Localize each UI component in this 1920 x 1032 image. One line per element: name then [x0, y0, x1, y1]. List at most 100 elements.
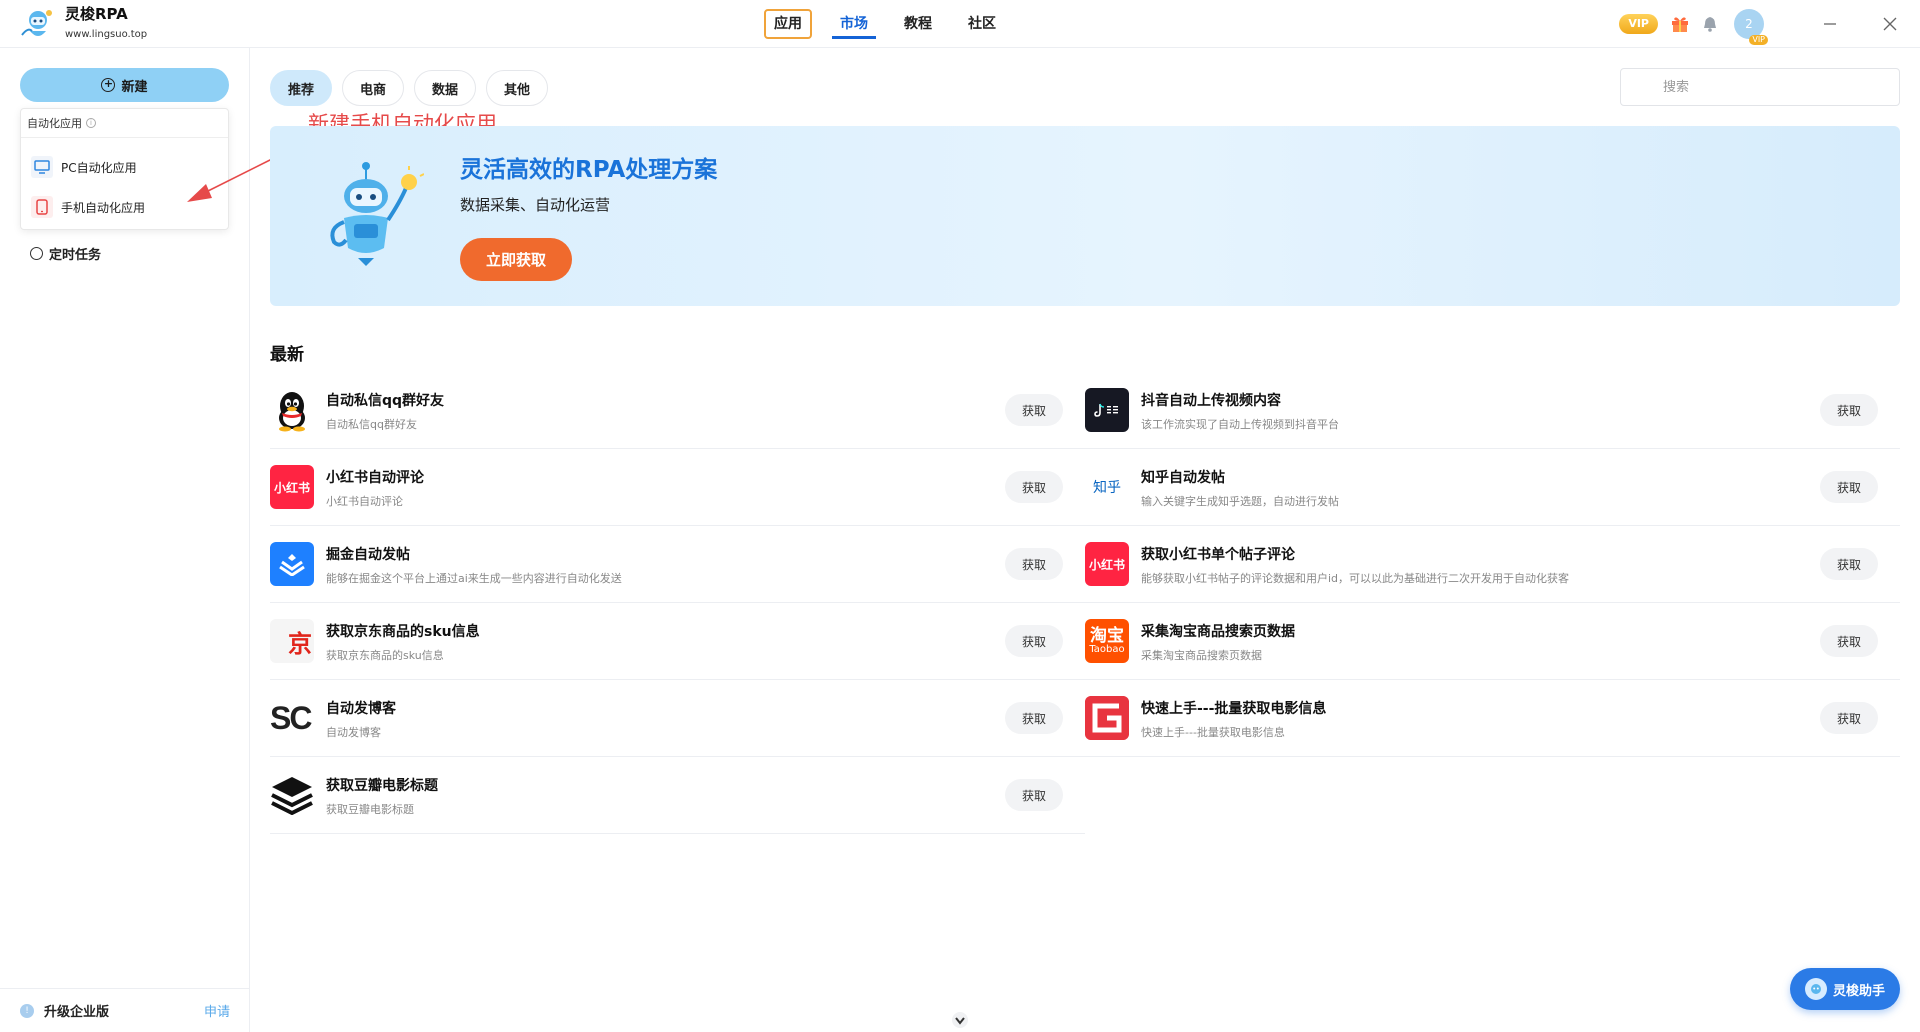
scroll-down-icon[interactable]: [948, 1010, 972, 1030]
top-right-tools: VIP 2 VIP: [1619, 0, 1920, 48]
list-item[interactable]: 小红书 获取小红书单个帖子评论 能够获取小红书帖子的评论数据和用户id，可以以此…: [1085, 526, 1900, 603]
g-logo-icon: [1085, 696, 1129, 740]
banner-title: 灵活高效的RPA处理方案: [460, 157, 718, 183]
app-desc: 能够获取小红书帖子的评论数据和用户id，可以以此为基础进行二次开发用于自动化获客: [1141, 572, 1570, 585]
avatar[interactable]: 2 VIP: [1734, 9, 1768, 45]
app-desc: 自动发博客: [326, 726, 381, 739]
section-title-latest: 最新: [270, 345, 304, 365]
nav-tab-apps[interactable]: 应用: [764, 9, 812, 39]
app-desc: 获取豆瓣电影标题: [326, 803, 414, 816]
vip-badge[interactable]: VIP: [1619, 14, 1658, 34]
close-icon: [1883, 17, 1897, 31]
sidebar-item-scheduled-tasks[interactable]: 定时任务: [30, 244, 101, 263]
minimize-button[interactable]: [1800, 0, 1860, 48]
app-url: www.lingsuo.top: [65, 29, 148, 40]
app-name: 快速上手---批量获取电影信息: [1141, 701, 1327, 717]
app-desc: 输入关键字生成知乎选题，自动进行发帖: [1141, 495, 1339, 508]
robot-mascot-icon: [330, 162, 424, 266]
nav-tab-tutorial[interactable]: 教程: [896, 9, 940, 39]
tab-ecommerce[interactable]: 电商: [342, 70, 405, 106]
juejin-icon: [270, 542, 314, 586]
new-button[interactable]: + 新建: [20, 68, 229, 102]
list-item[interactable]: 淘宝 Taobao 采集淘宝商品搜索页数据 采集淘宝商品搜索页数据 获取: [1085, 603, 1900, 680]
tab-other[interactable]: 其他: [486, 70, 549, 106]
list-item[interactable]: 小红书 小红书自动评论 小红书自动评论 获取: [270, 449, 1085, 526]
banner-subtitle: 数据采集、自动化运营: [460, 196, 611, 214]
get-button[interactable]: 获取: [1005, 548, 1063, 580]
icon-subtext: Taobao: [1089, 643, 1125, 655]
icon-text: 小红书: [1088, 557, 1125, 572]
get-button[interactable]: 获取: [1820, 394, 1878, 426]
list-item[interactable]: SC 自动发博客 自动发博客 获取: [270, 680, 1085, 757]
get-button[interactable]: 获取: [1820, 548, 1878, 580]
get-button[interactable]: 获取: [1005, 779, 1063, 811]
get-button[interactable]: 获取: [1820, 471, 1878, 503]
gift-icon[interactable]: [1668, 12, 1692, 36]
category-tabs: 推荐 电商 数据 其他: [270, 70, 558, 106]
nav-tab-community[interactable]: 社区: [960, 9, 1004, 39]
get-button[interactable]: 获取: [1005, 625, 1063, 657]
list-item[interactable]: 京 获取京东商品的sku信息 获取京东商品的sku信息 获取: [270, 603, 1085, 680]
minimize-icon: [1824, 23, 1836, 25]
csdn-icon: SC: [270, 696, 314, 740]
get-button[interactable]: 获取: [1005, 471, 1063, 503]
get-button[interactable]: 获取: [1820, 702, 1878, 734]
clock-icon: [30, 247, 43, 260]
apply-link[interactable]: 申请: [204, 1001, 230, 1020]
layers-icon: [270, 773, 314, 817]
xiaohongshu-icon: 小红书: [270, 465, 314, 509]
promo-banner: 灵活高效的RPA处理方案 数据采集、自动化运营 立即获取: [270, 126, 1900, 306]
zhihu-icon: 知乎: [1085, 465, 1129, 509]
jd-icon: 京: [270, 619, 314, 663]
list-item[interactable]: 抖音自动上传视频内容 该工作流实现了自动上传视频到抖音平台 获取: [1085, 372, 1900, 449]
list-item[interactable]: 掘金自动发帖 能够在掘金这个平台上通过ai来生成一些内容进行自动化发送 获取: [270, 526, 1085, 603]
icon-text: 京: [288, 629, 312, 658]
robot-logo-icon: [21, 9, 52, 36]
bell-icon[interactable]: [1698, 12, 1722, 36]
menu-item-label: 手机自动化应用: [61, 200, 146, 215]
nav-tab-market[interactable]: 市场: [832, 9, 876, 39]
get-button[interactable]: 获取: [1005, 702, 1063, 734]
tab-data[interactable]: 数据: [414, 70, 477, 106]
phone-icon: [31, 196, 53, 218]
app-desc: 能够在掘金这个平台上通过ai来生成一些内容进行自动化发送: [326, 572, 622, 585]
get-button[interactable]: 获取: [1005, 394, 1063, 426]
app-name: 掘金自动发帖: [326, 547, 410, 563]
menu-item-label: PC自动化应用: [61, 160, 137, 175]
app-name: 获取京东商品的sku信息: [326, 624, 480, 640]
qq-icon: [270, 388, 314, 432]
xiaohongshu-icon: 小红书: [1085, 542, 1129, 586]
app-desc: 快速上手---批量获取电影信息: [1141, 726, 1285, 739]
sidebar-item-label: 定时任务: [49, 248, 102, 263]
avatar-vip-badge: VIP: [1749, 35, 1768, 45]
list-item[interactable]: 快速上手---批量获取电影信息 快速上手---批量获取电影信息 获取: [1085, 680, 1900, 757]
app-name: 知乎自动发帖: [1141, 470, 1225, 486]
icon-text: SC: [270, 699, 312, 736]
app-desc: 该工作流实现了自动上传视频到抖音平台: [1141, 418, 1339, 431]
app-name: 自动发博客: [326, 701, 396, 717]
douyin-icon: [1085, 388, 1129, 432]
app-list-right: 抖音自动上传视频内容 该工作流实现了自动上传视频到抖音平台 获取 知乎 知乎自动…: [1085, 372, 1900, 757]
list-item[interactable]: 获取豆瓣电影标题 获取豆瓣电影标题 获取: [270, 757, 1085, 834]
list-item[interactable]: 知乎 知乎自动发帖 输入关键字生成知乎选题，自动进行发帖 获取: [1085, 449, 1900, 526]
get-now-button[interactable]: 立即获取: [460, 238, 572, 281]
avatar-initial: 2: [1745, 17, 1753, 31]
app-desc: 自动私信qq群好友: [326, 418, 417, 431]
upgrade-label: 升级企业版: [44, 1005, 110, 1020]
monitor-icon: [31, 156, 53, 178]
search-input[interactable]: [1620, 68, 1900, 106]
get-button[interactable]: 获取: [1820, 625, 1878, 657]
assistant-button[interactable]: 灵梭助手: [1790, 968, 1900, 1010]
divider: [21, 137, 228, 138]
info-icon[interactable]: i: [86, 118, 96, 128]
dropdown-title: 自动化应用 i: [27, 115, 96, 131]
brand[interactable]: 灵梭RPA www.lingsuo.top: [18, 4, 147, 43]
close-button[interactable]: [1860, 0, 1920, 48]
list-item[interactable]: 自动私信qq群好友 自动私信qq群好友 获取: [270, 372, 1085, 449]
icon-text: 知乎: [1093, 480, 1121, 496]
app-name: 抖音自动上传视频内容: [1141, 393, 1281, 409]
dropdown-title-text: 自动化应用: [27, 117, 82, 130]
tab-recommended[interactable]: 推荐: [270, 70, 333, 106]
app-name: 采集淘宝商品搜索页数据: [1141, 624, 1295, 640]
main-nav: 应用 市场 教程 社区: [764, 9, 1024, 39]
